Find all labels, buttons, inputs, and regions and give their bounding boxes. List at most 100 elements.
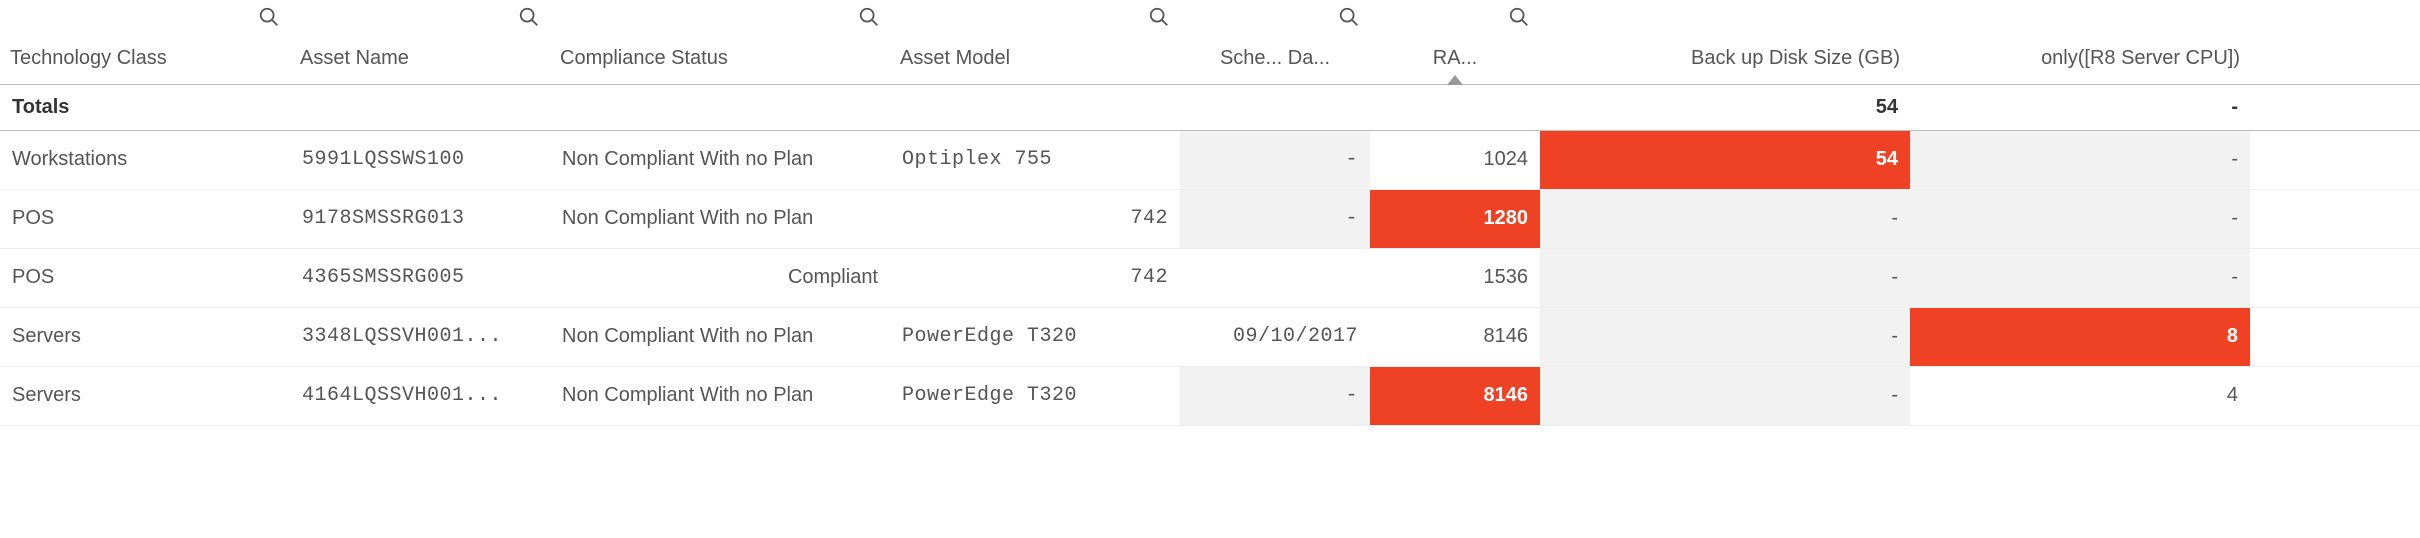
col-header-r8[interactable]: only([R8 Server CPU]) (1910, 0, 2250, 84)
col-label: RA... (1380, 46, 1530, 70)
cell-ram: 1280 (1370, 189, 1540, 248)
cell-value: 8146 (1484, 325, 1529, 348)
cell-asset_model: PowerEdge T320 (890, 307, 1180, 366)
cell-asset_model: 742 (890, 189, 1180, 248)
cell-spacer (2250, 130, 2420, 189)
col-label: only([R8 Server CPU]) (1920, 46, 2240, 70)
cell-value: 4 (2227, 384, 2238, 407)
cell-r8: - (1910, 189, 2250, 248)
cell-value: 5991LQSSWS100 (302, 148, 465, 171)
cell-spacer (2250, 366, 2420, 425)
cell-value: 742 (1130, 207, 1168, 230)
col-header-ram[interactable]: RA... (1370, 0, 1540, 84)
col-header-tech-class[interactable]: Technology Class (0, 0, 290, 84)
search-icon[interactable] (1148, 6, 1170, 28)
cell-r8: 4 (1910, 366, 2250, 425)
search-icon[interactable] (518, 6, 540, 28)
cell-tech_class: Servers (0, 366, 290, 425)
col-header-backup[interactable]: Back up Disk Size (GB) (1540, 0, 1910, 84)
cell-asset_name: 4365SMSSRG005 (290, 248, 550, 307)
table-row[interactable]: Servers4164LQSSVH001...Non Compliant Wit… (0, 366, 2420, 425)
cell-tech_class: POS (0, 248, 290, 307)
cell-value: 1280 (1484, 207, 1529, 230)
cell-value: - (2231, 148, 2238, 171)
cell-value: PowerEdge T320 (902, 384, 1077, 407)
totals-backup: 54 (1540, 84, 1910, 130)
cell-value: 1024 (1484, 148, 1529, 171)
col-header-sched-date[interactable]: Sche... Da... (1180, 0, 1370, 84)
cell-value: 9178SMSSRG013 (302, 207, 465, 230)
cell-ram: 1024 (1370, 130, 1540, 189)
col-header-spacer (2250, 0, 2420, 84)
cell-asset_model: Optiplex 755 (890, 130, 1180, 189)
cell-backup: - (1540, 307, 1910, 366)
cell-value: - (1345, 148, 1358, 171)
cell-value: - (1345, 384, 1358, 407)
cell-sched_date (1180, 248, 1370, 307)
table-row[interactable]: Servers 3348LQSSVH001... Non Compliant Wit… (0, 307, 2420, 366)
cell-value: Servers (12, 325, 81, 348)
col-header-asset-name[interactable]: Asset Name (290, 0, 550, 84)
cell-value: Non Compliant With no Plan (562, 207, 813, 230)
table-row[interactable]: POS 9178SMSSRG013 Non Compliant With no Pl… (0, 189, 2420, 248)
cell-value: POS (12, 266, 54, 289)
cell-spacer (2250, 307, 2420, 366)
cell-value: 3348LQSSVH001... (302, 325, 502, 348)
asset-table: Technology Class Asset Name Compliance S… (0, 0, 2420, 426)
totals-row: Totals 54 - (0, 84, 2420, 130)
cell-r8: - (1910, 130, 2250, 189)
table-row[interactable]: POS 4365SMSSRG005 Compliant 742 1536 -- (0, 248, 2420, 307)
table-header-row: Technology Class Asset Name Compliance S… (0, 0, 2420, 84)
table-body: Workstations 5991LQSSWS100 Non Compliant W… (0, 130, 2420, 425)
cell-asset_name: 3348LQSSVH001... (290, 307, 550, 366)
totals-r8: - (1910, 84, 2250, 130)
cell-value: Workstations (12, 148, 127, 171)
col-header-asset-model[interactable]: Asset Model (890, 0, 1180, 84)
cell-sched_date: - (1180, 366, 1370, 425)
cell-backup: 54 (1540, 130, 1910, 189)
cell-tech_class: POS (0, 189, 290, 248)
cell-compliance: Compliant (550, 248, 890, 307)
cell-compliance: Non Compliant With no Plan (550, 307, 890, 366)
cell-value: - (1345, 207, 1358, 230)
col-label: Sche... Da... (1190, 46, 1360, 70)
cell-tech_class: Servers (0, 307, 290, 366)
cell-value: - (1891, 266, 1898, 289)
cell-sched_date: - (1180, 189, 1370, 248)
cell-value: Compliant (788, 266, 878, 289)
cell-value: PowerEdge T320 (902, 325, 1077, 348)
cell-value: 742 (1130, 266, 1168, 289)
cell-spacer (2250, 248, 2420, 307)
cell-value: 4164LQSSVH001... (302, 384, 502, 407)
search-icon[interactable] (258, 6, 280, 28)
cell-value: 8 (2227, 325, 2238, 348)
search-icon[interactable] (1508, 6, 1530, 28)
cell-backup: - (1540, 248, 1910, 307)
col-label: Compliance Status (560, 46, 728, 70)
search-icon[interactable] (1338, 6, 1360, 28)
cell-ram: 1536 (1370, 248, 1540, 307)
cell-value: 54 (1876, 148, 1898, 171)
col-label: Asset Model (900, 46, 1010, 70)
cell-value: 8146 (1484, 384, 1529, 407)
cell-value: 4365SMSSRG005 (302, 266, 465, 289)
cell-r8: - (1910, 248, 2250, 307)
cell-r8: 8 (1910, 307, 2250, 366)
cell-value: - (1891, 384, 1898, 407)
cell-value: - (2231, 207, 2238, 230)
cell-value: - (1891, 207, 1898, 230)
table-row[interactable]: Workstations5991LQSSWS100Non Compliant W… (0, 130, 2420, 189)
cell-compliance: Non Compliant With no Plan (550, 189, 890, 248)
col-label: Back up Disk Size (GB) (1550, 46, 1900, 70)
col-label: Technology Class (10, 46, 167, 70)
sort-asc-icon[interactable] (1447, 75, 1463, 85)
cell-value: POS (12, 207, 54, 230)
totals-label: Totals (0, 84, 290, 130)
cell-spacer (2250, 189, 2420, 248)
search-icon[interactable] (858, 6, 880, 28)
cell-value: Optiplex 755 (902, 148, 1052, 171)
cell-backup: - (1540, 366, 1910, 425)
cell-sched_date: 09/10/2017 (1180, 307, 1370, 366)
cell-value: 09/10/2017 (1233, 325, 1358, 348)
col-header-compliance[interactable]: Compliance Status (550, 0, 890, 84)
